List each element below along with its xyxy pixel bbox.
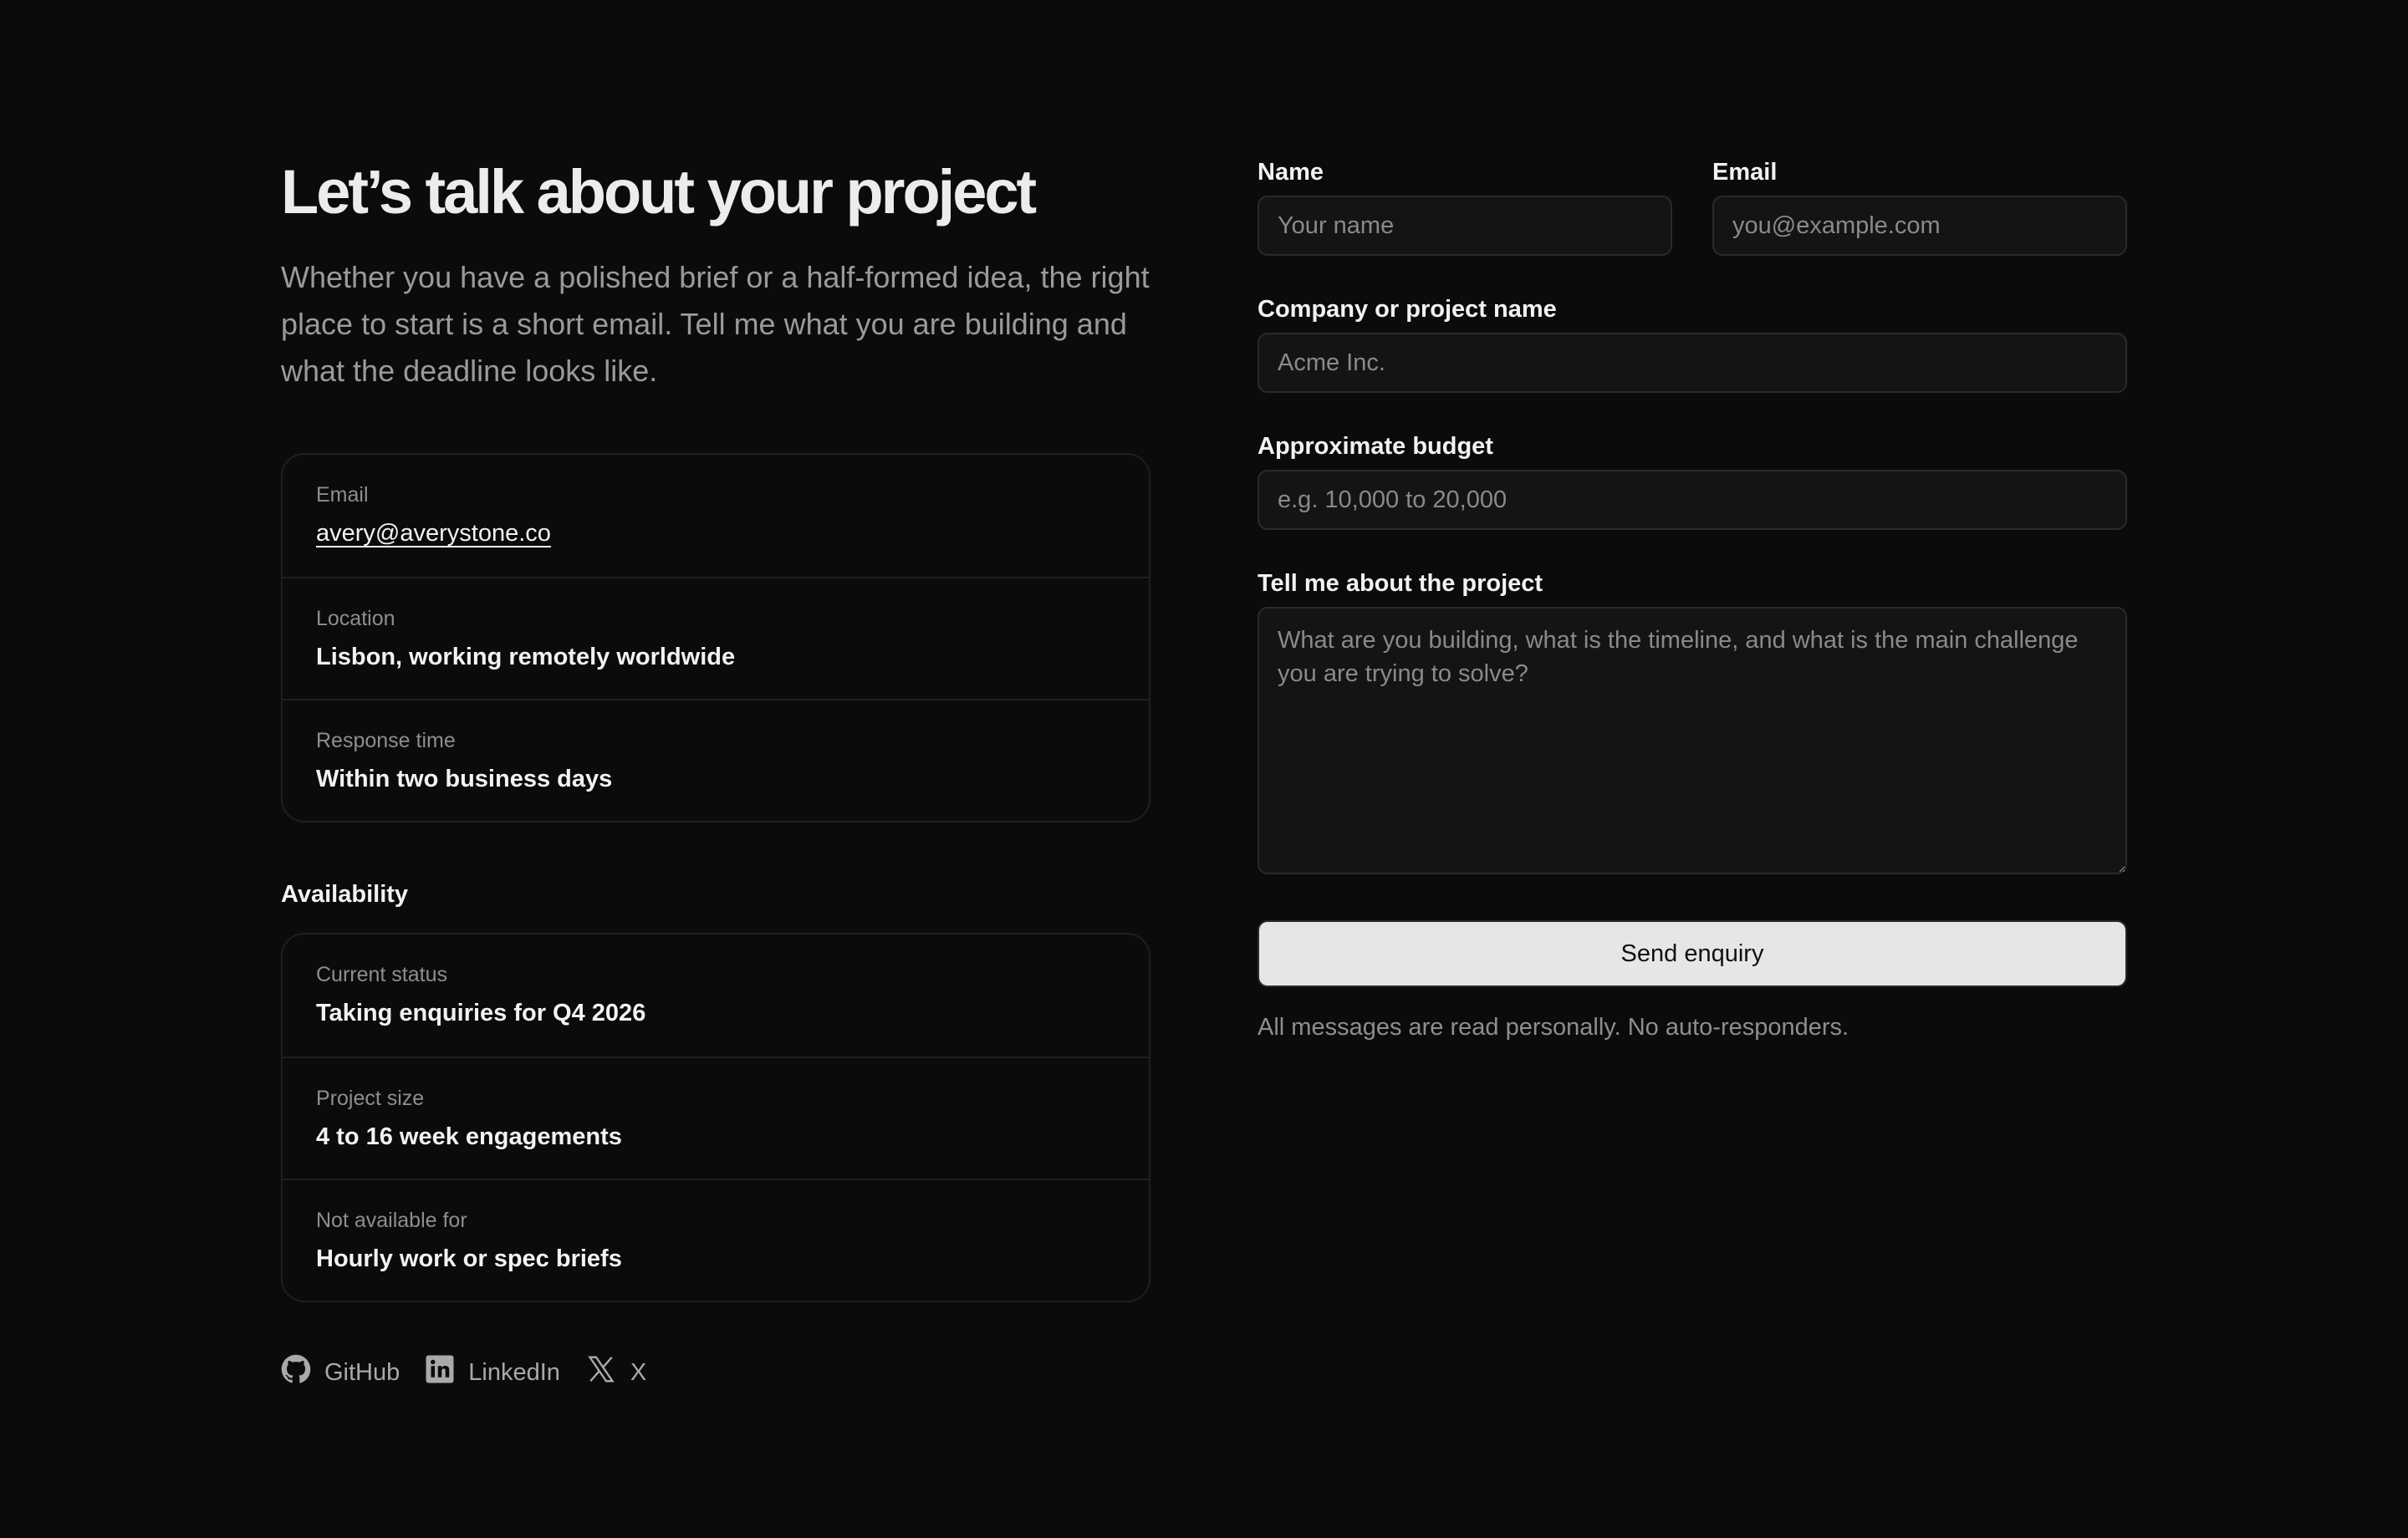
availability-status-value: Taking enquiries for Q4 2026 — [316, 1000, 646, 1026]
message-textarea[interactable] — [1258, 607, 2127, 874]
page-title: Let’s talk about your project — [281, 157, 1037, 227]
contact-email-row: Email avery@averystone.co — [283, 455, 1149, 577]
intro-column: Let’s talk about your project Whether yo… — [281, 150, 1150, 1391]
availability-card: Current status Taking enquiries for Q4 2… — [281, 933, 1150, 1302]
enquiry-form: Name Email Company or project name Appro… — [1258, 154, 2127, 1044]
message-field-group: Tell me about the project — [1258, 565, 2127, 878]
name-field-group: Name — [1258, 154, 1672, 256]
availability-size-row: Project size 4 to 16 week engagements — [283, 1057, 1149, 1179]
availability-not-available-value: Hourly work or spec briefs — [316, 1245, 622, 1272]
company-field-group: Company or project name — [1258, 291, 2127, 393]
availability-not-available-label: Not available for — [316, 1209, 467, 1232]
contact-location-label: Location — [316, 607, 395, 630]
company-input[interactable] — [1258, 333, 2127, 393]
x-icon — [585, 1354, 630, 1391]
availability-status-row: Current status Taking enquiries for Q4 2… — [283, 935, 1149, 1057]
linkedin-icon — [425, 1354, 468, 1391]
form-note: All messages are read personally. No aut… — [1258, 1014, 1849, 1041]
contact-location-value: Lisbon, working remotely worldwide — [316, 644, 736, 670]
availability-size-label: Project size — [316, 1087, 425, 1110]
github-icon — [281, 1354, 324, 1391]
contact-response-value: Within two business days — [316, 766, 613, 792]
send-enquiry-button[interactable]: Send enquiry — [1258, 920, 2127, 987]
name-label: Name — [1258, 159, 1324, 186]
name-email-row: Name Email — [1258, 154, 2127, 256]
message-label: Tell me about the project — [1258, 570, 1543, 597]
budget-input[interactable] — [1258, 470, 2127, 530]
availability-size-value: 4 to 16 week engagements — [316, 1123, 622, 1150]
availability-heading: Availability — [281, 881, 409, 908]
budget-label: Approximate budget — [1258, 433, 1493, 460]
budget-field-group: Approximate budget — [1258, 428, 2127, 530]
availability-status-label: Current status — [316, 963, 448, 986]
linkedin-label: LinkedIn — [468, 1358, 560, 1386]
contact-location-row: Location Lisbon, working remotely worldw… — [283, 577, 1149, 699]
intro-paragraph: Whether you have a polished brief or a h… — [281, 260, 1150, 388]
contact-email-label: Email — [316, 483, 369, 507]
x-label: X — [630, 1358, 647, 1386]
contact-response-row: Response time Within two business days — [283, 699, 1149, 821]
contact-page: Let’s talk about your project Whether yo… — [0, 0, 2408, 1538]
availability-not-available-row: Not available for Hourly work or spec br… — [283, 1179, 1149, 1301]
email-input[interactable] — [1712, 196, 2127, 256]
x-link[interactable]: X — [585, 1354, 646, 1391]
linkedin-link[interactable]: LinkedIn — [425, 1354, 560, 1391]
name-input[interactable] — [1258, 196, 1672, 256]
social-links: GitHub LinkedIn X — [281, 1354, 1150, 1391]
contact-email-link[interactable]: avery@averystone.co — [316, 517, 551, 550]
email-label: Email — [1712, 159, 1778, 186]
github-link[interactable]: GitHub — [281, 1354, 400, 1391]
email-field-group: Email — [1712, 154, 2127, 256]
contact-response-label: Response time — [316, 729, 456, 752]
company-label: Company or project name — [1258, 296, 1557, 323]
github-label: GitHub — [324, 1358, 400, 1386]
contact-details-card: Email avery@averystone.co Location Lisbo… — [281, 453, 1150, 822]
